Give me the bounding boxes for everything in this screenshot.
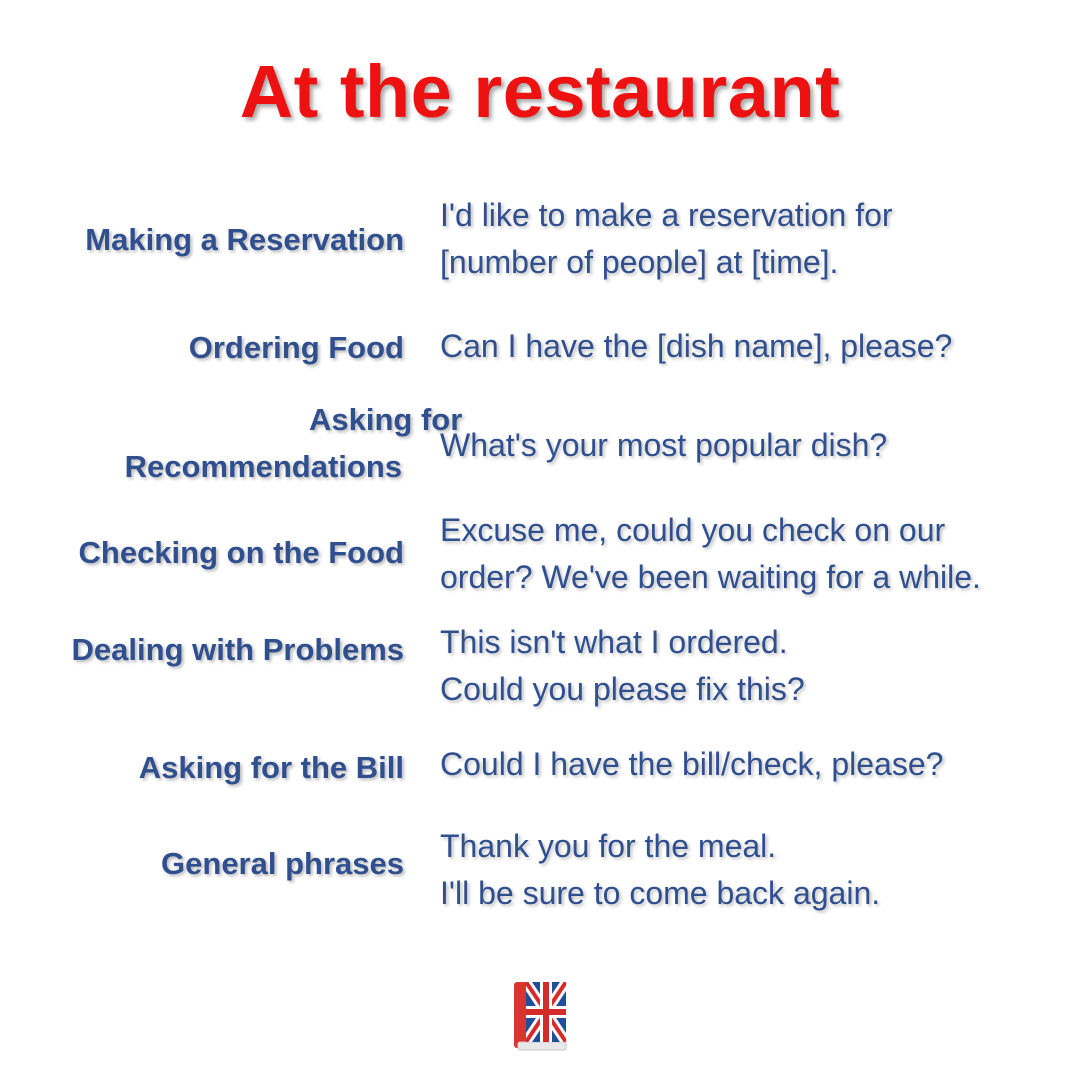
book-union-jack-icon: [512, 980, 568, 1056]
phrase-line: Could you please fix this?: [440, 671, 805, 707]
category-label-line: Recommendations: [124, 449, 402, 484]
page-title: At the restaurant: [239, 50, 841, 133]
category-label-line: Checking on the Food: [78, 535, 405, 570]
category-label-line: Asking for the Bill: [138, 750, 404, 785]
phrase-line: What's your most popular dish?: [440, 427, 888, 463]
phrase-line: I'll be sure to come back again.: [440, 875, 881, 911]
phrase-asking-for-the-bill: Could I have the bill/check, please?: [440, 741, 1075, 788]
phrase-checking-on-the-food: Excuse me, could you check on our order?…: [440, 507, 1075, 601]
category-label-checking-on-the-food: Checking on the Food: [24, 529, 405, 576]
category-label-asking-for-the-bill: Asking for the Bill: [24, 744, 404, 791]
phrase-line: Thank you for the meal.: [440, 828, 777, 864]
phrase-line: Can I have the [dish name], please?: [440, 328, 953, 364]
category-label-line: Ordering Food: [188, 330, 404, 365]
phrase-line: Excuse me, could you check on our: [440, 512, 946, 548]
phrase-making-a-reservation: I'd like to make a reservation for [numb…: [440, 192, 1075, 286]
category-label-making-a-reservation: Making a Reservation: [24, 216, 404, 263]
category-label-general-phrases: General phrases: [24, 840, 404, 887]
category-label-asking-for-recommendations: Asking for Recommendations: [22, 396, 463, 490]
phrase-general-phrases: Thank you for the meal. I'll be sure to …: [440, 823, 1075, 917]
phrase-dealing-with-problems: This isn't what I ordered. Could you ple…: [440, 619, 1075, 713]
phrase-line: order? We've been waiting for a while.: [440, 559, 981, 595]
category-label-line: General phrases: [161, 846, 404, 881]
category-label-ordering-food: Ordering Food: [24, 324, 404, 371]
category-label-dealing-with-problems: Dealing with Problems: [24, 626, 404, 673]
phrase-line: This isn't what I ordered.: [440, 624, 788, 660]
phrase-line: [number of people] at [time].: [440, 244, 839, 280]
phrase-asking-for-recommendations: What's your most popular dish?: [440, 422, 1075, 469]
phrase-line: Could I have the bill/check, please?: [440, 746, 944, 782]
category-label-line: Dealing with Problems: [71, 632, 404, 667]
category-label-line: Making a Reservation: [85, 222, 404, 257]
category-label-line: Asking for: [309, 402, 463, 437]
phrase-ordering-food: Can I have the [dish name], please?: [440, 323, 1075, 370]
phrase-line: I'd like to make a reservation for: [440, 197, 893, 233]
